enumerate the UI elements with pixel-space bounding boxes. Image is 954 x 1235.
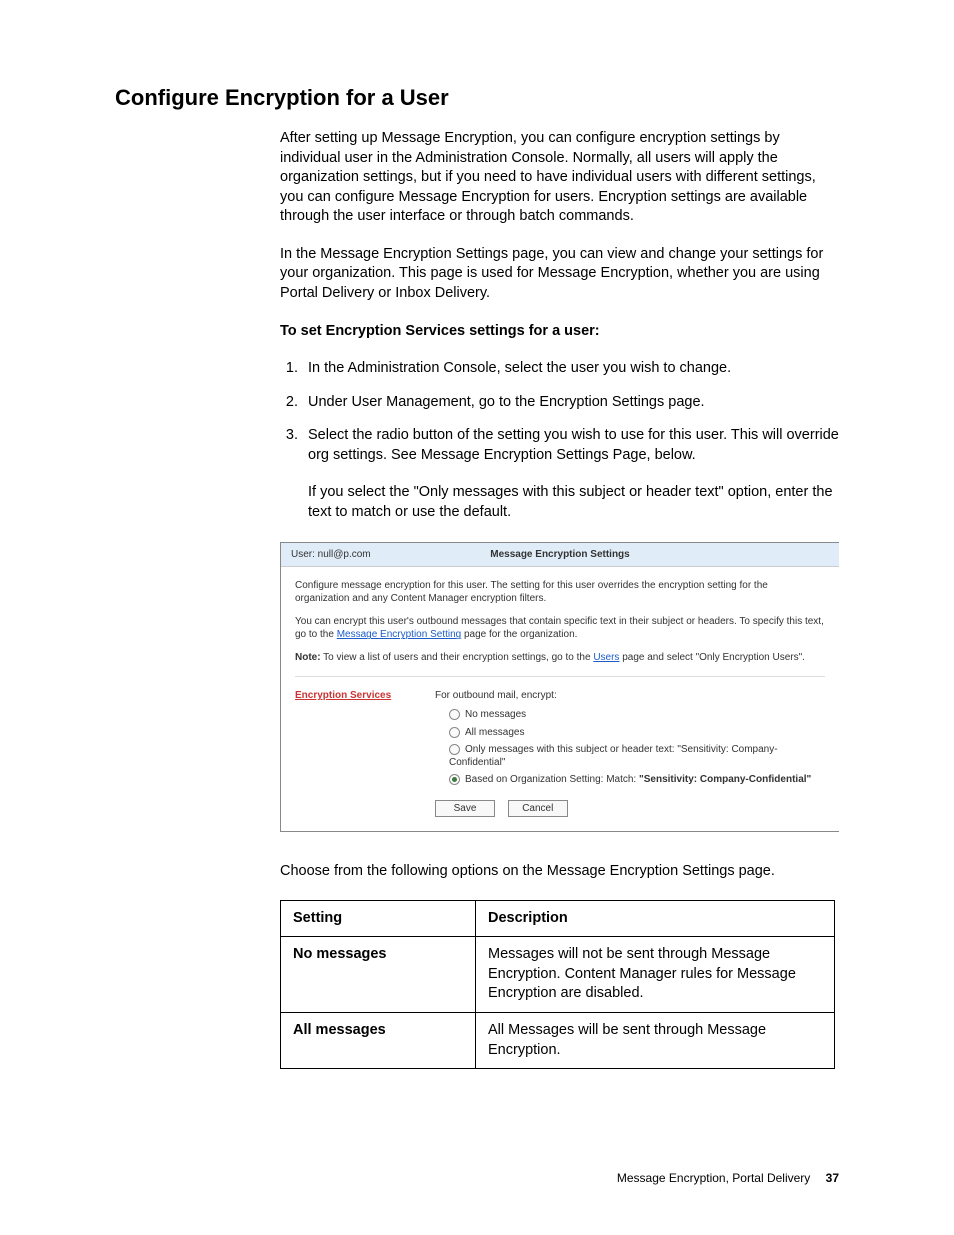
step-1: In the Administration Console, select th… [302, 359, 839, 379]
step-3-note: If you select the "Only messages with th… [308, 483, 839, 522]
save-button[interactable]: Save [435, 800, 495, 817]
post-figure-paragraph: Choose from the following options on the… [280, 862, 839, 882]
radio-only-subject[interactable] [449, 744, 460, 755]
procedure-title: To set Encryption Services settings for … [280, 322, 839, 342]
options-header: For outbound mail, encrypt: [435, 689, 825, 702]
fig-desc-1: Configure message encryption for this us… [295, 579, 825, 605]
page-number: 37 [826, 1171, 839, 1185]
step-2: Under User Management, go to the Encrypt… [302, 393, 839, 413]
table-header-setting: Setting [281, 900, 476, 937]
link-users[interactable]: Users [593, 652, 619, 663]
table-row: No messages Messages will not be sent th… [281, 937, 835, 1013]
settings-screenshot: User: null@p.com Message Encryption Sett… [280, 542, 839, 832]
radio-all-messages[interactable] [449, 727, 460, 738]
encryption-services-label: Encryption Services [295, 689, 435, 817]
settings-table: Setting Description No messages Messages… [280, 900, 835, 1069]
intro-paragraph-1: After setting up Message Encryption, you… [280, 129, 839, 227]
table-header-description: Description [476, 900, 835, 937]
fig-desc-2: You can encrypt this user's outbound mes… [295, 615, 825, 641]
radio-org-setting[interactable] [449, 774, 460, 785]
fig-desc-3: Note: To view a list of users and their … [295, 651, 825, 664]
radio-org-setting-label: Based on Organization Setting: Match: "S… [465, 774, 811, 785]
link-message-encryption-setting[interactable]: Message Encryption Setting [337, 629, 462, 640]
page-heading: Configure Encryption for a User [115, 85, 839, 111]
cancel-button[interactable]: Cancel [508, 800, 568, 817]
panel-title: Message Encryption Settings [490, 548, 629, 561]
intro-paragraph-2: In the Message Encryption Settings page,… [280, 245, 839, 304]
radio-all-messages-label: All messages [465, 727, 524, 738]
radio-only-subject-label: Only messages with this subject or heade… [449, 744, 778, 768]
step-3: Select the radio button of the setting y… [302, 426, 839, 465]
radio-no-messages[interactable] [449, 709, 460, 720]
user-label: User: null@p.com [291, 548, 371, 561]
page-footer: Message Encryption, Portal Delivery 37 [617, 1171, 839, 1185]
procedure-steps: In the Administration Console, select th… [280, 359, 839, 465]
radio-no-messages-label: No messages [465, 709, 526, 720]
table-row: All messages All Messages will be sent t… [281, 1012, 835, 1068]
